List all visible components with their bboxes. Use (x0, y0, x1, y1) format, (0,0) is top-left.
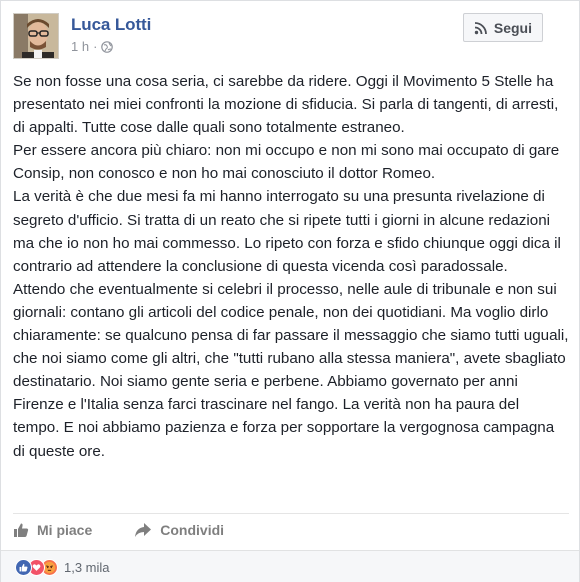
follow-button-label: Segui (493, 19, 532, 36)
reaction-count[interactable]: 1,3 mila (64, 560, 110, 575)
like-button-label: Mi piace (37, 521, 93, 538)
share-arrow-icon (135, 522, 152, 537)
post-body: Se non fosse una cosa seria, ci sarebbe … (13, 70, 569, 463)
share-button[interactable]: Condividi (134, 522, 224, 538)
reactions-bar: 1,3 mila (1, 550, 579, 582)
post-paragraph: La verità è che due mesi fa mi hanno int… (13, 188, 561, 275)
post-timestamp[interactable]: 1 h (71, 39, 89, 54)
follow-button[interactable]: Segui (462, 13, 543, 42)
like-icon (15, 558, 32, 576)
reaction-icons[interactable] (15, 558, 58, 576)
thumbs-up-icon (14, 523, 29, 537)
globe-icon[interactable] (101, 40, 114, 53)
post-paragraph: Per essere ancora più chiaro: non mi occ… (13, 142, 560, 183)
share-button-label: Condividi (160, 521, 225, 538)
author-name[interactable]: Luca Lotti (71, 15, 151, 35)
author-avatar[interactable] (13, 13, 59, 59)
avatar-image (14, 14, 58, 58)
meta-separator: · (93, 39, 98, 54)
rss-icon (474, 21, 487, 34)
post-actions: Mi piace Condividi (13, 513, 569, 545)
post-card: Luca Lotti 1 h · Segui Se non fosse una … (0, 0, 580, 582)
like-button[interactable]: Mi piace (13, 522, 92, 538)
post-meta: 1 h · (71, 39, 114, 54)
post-paragraph: Se non fosse una cosa seria, ci sarebbe … (13, 73, 559, 137)
post-paragraph: Attendo che eventualmente si celebri il … (13, 280, 569, 460)
